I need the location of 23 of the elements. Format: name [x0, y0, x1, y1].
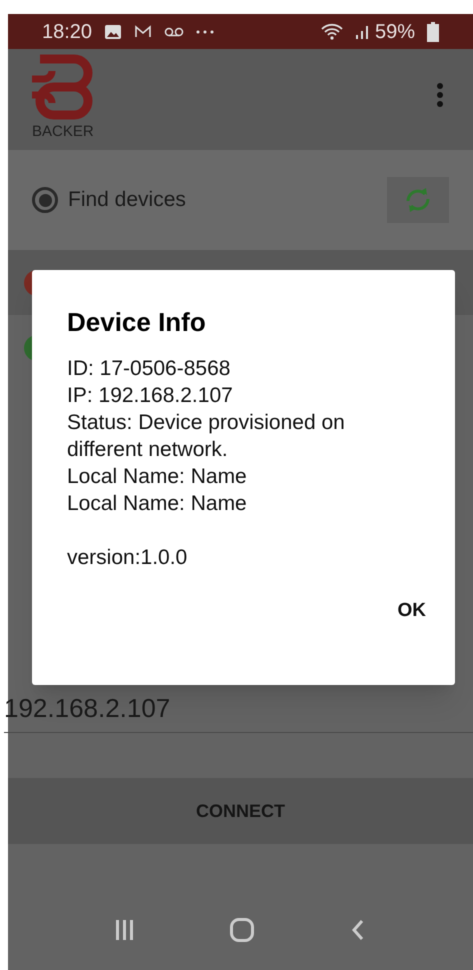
wifi-icon — [320, 22, 343, 40]
home-icon[interactable] — [230, 918, 254, 942]
battery-icon — [427, 22, 439, 42]
more-icon — [196, 30, 214, 34]
dialog-title: Device Info — [67, 306, 207, 338]
info-line: ID: 17-0506-8568 — [67, 356, 232, 382]
find-devices-radio[interactable]: Find devices — [32, 184, 186, 216]
battery-percent: 59% — [374, 20, 415, 44]
mail-icon — [134, 24, 152, 38]
back-icon[interactable] — [350, 919, 365, 941]
info-line: IP: 192.168.2.107 — [67, 382, 234, 408]
info-line: Local Name: Name — [67, 490, 248, 516]
version-text: version:1.0.0 — [67, 544, 188, 570]
voicemail-icon — [164, 26, 184, 36]
recent-apps-icon[interactable] — [116, 920, 134, 940]
image-icon — [104, 24, 122, 40]
connect-button[interactable]: CONNECT — [8, 778, 473, 844]
info-line: Local Name: Name — [67, 464, 248, 490]
logo-text: BACKER — [32, 122, 94, 142]
info-line: Status: Device provisioned on different network. — [67, 410, 346, 462]
ok-button[interactable]: OK — [384, 590, 440, 631]
status-time: 18:20 — [42, 20, 92, 44]
signal-icon — [354, 24, 371, 40]
